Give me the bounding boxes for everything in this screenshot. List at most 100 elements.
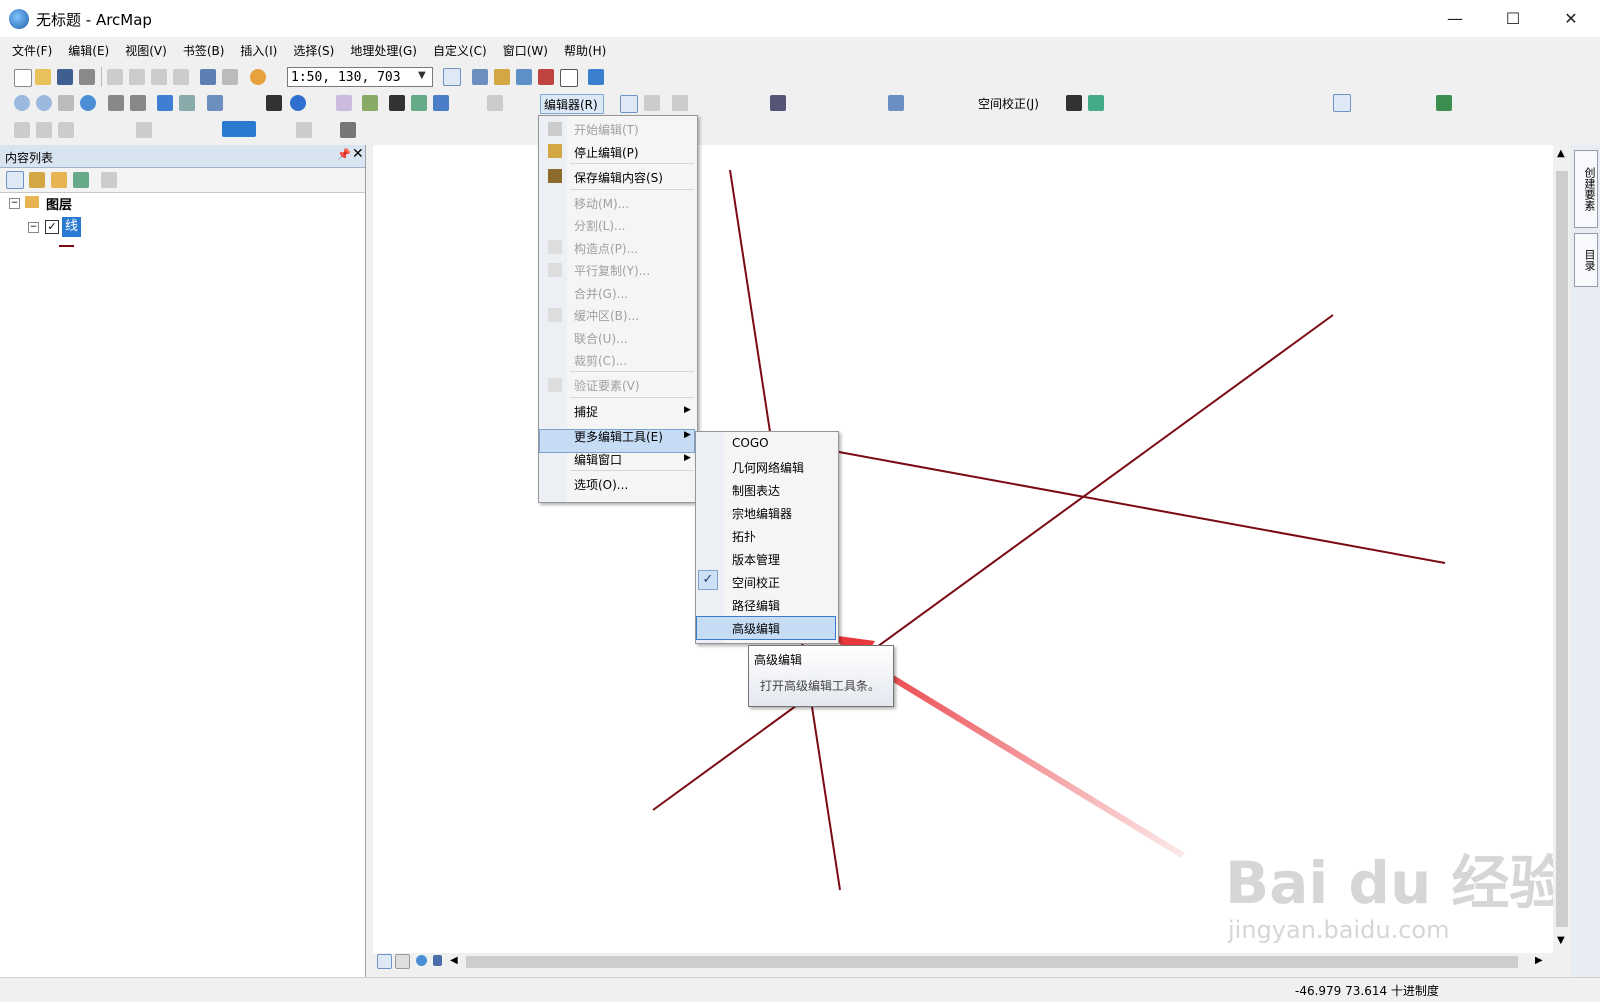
measure-icon[interactable] — [362, 95, 378, 111]
list-by-selection-icon[interactable] — [73, 172, 89, 188]
menu-construct-points[interactable]: 构造点(P)... — [574, 240, 638, 257]
list-by-source-icon[interactable] — [29, 172, 45, 188]
color-swatch-icon[interactable] — [222, 121, 256, 137]
edit-tool-advanced-icon[interactable] — [1333, 94, 1351, 112]
menu-stop-editing[interactable]: 停止编辑(P) — [574, 144, 639, 161]
submenu-route-editing[interactable]: 路径编辑 — [732, 597, 780, 614]
scroll-left-icon[interactable]: ◀ — [450, 955, 458, 966]
horizontal-scrollbar[interactable]: ◀ ▶ — [373, 953, 1553, 971]
copy-icon[interactable] — [129, 69, 145, 85]
list-by-visibility-icon[interactable] — [51, 172, 67, 188]
menu-view[interactable]: 视图(V) — [117, 39, 175, 63]
minimize-button[interactable]: — — [1426, 0, 1484, 37]
menu-edit[interactable]: 编辑(E) — [60, 39, 117, 63]
submenu-topology[interactable]: 拓扑 — [732, 528, 756, 545]
pan-icon[interactable] — [58, 95, 74, 111]
vertical-scroll-thumb[interactable] — [1556, 171, 1568, 927]
submenu-cogo[interactable]: COGO — [732, 436, 769, 450]
menu-clip[interactable]: 裁剪(C)... — [574, 352, 627, 369]
menu-more-editing-tools[interactable]: 更多编辑工具(E) — [574, 428, 663, 445]
menu-copy-parallel[interactable]: 平行复制(Y)... — [574, 262, 650, 279]
menu-split[interactable]: 分割(L)... — [574, 217, 626, 234]
arctoolbox-icon[interactable] — [538, 69, 554, 85]
zoom-in-layout-icon[interactable] — [14, 122, 30, 138]
model-builder-icon[interactable] — [588, 69, 604, 85]
menu-validate-features[interactable]: 验证要素(V) — [574, 377, 640, 394]
cut-icon[interactable] — [107, 69, 123, 85]
options-icon[interactable] — [101, 172, 117, 188]
layout-view-icon[interactable] — [296, 122, 312, 138]
menu-geoprocessing[interactable]: 地理处理(G) — [342, 39, 425, 63]
attributes-icon[interactable] — [888, 95, 904, 111]
create-viewer-icon[interactable] — [487, 95, 503, 111]
menu-snapping[interactable]: 捕捉 — [574, 403, 598, 420]
find-route-icon[interactable] — [411, 95, 427, 111]
scroll-up-icon[interactable]: ▲ — [1557, 148, 1565, 159]
undo-icon[interactable] — [200, 69, 216, 85]
scroll-right-icon[interactable]: ▶ — [1535, 955, 1543, 966]
menu-customize[interactable]: 自定义(C) — [425, 39, 495, 63]
submenu-spatial-adjustment[interactable]: 空间校正 — [732, 574, 780, 591]
menu-insert[interactable]: 插入(I) — [232, 39, 285, 63]
paste-icon[interactable] — [151, 69, 167, 85]
layer-visibility-checkbox[interactable]: ✓ — [45, 220, 59, 234]
back-arrow-icon[interactable] — [157, 95, 173, 111]
editor-dropdown[interactable]: 编辑器(R) — [540, 94, 604, 114]
create-features-tab[interactable]: 创建要素 — [1574, 150, 1598, 228]
redo-icon[interactable] — [222, 69, 238, 85]
find-icon[interactable] — [389, 95, 405, 111]
toc-close-button[interactable]: ✕ — [352, 146, 364, 162]
scroll-down-icon[interactable]: ▼ — [1557, 935, 1565, 946]
submenu-representation[interactable]: 制图表达 — [732, 482, 780, 499]
grid-icon[interactable] — [136, 122, 152, 138]
close-window-button[interactable]: ✕ — [1542, 0, 1600, 37]
menu-selection[interactable]: 选择(S) — [285, 39, 342, 63]
full-extent-icon[interactable] — [80, 95, 96, 111]
fixed-zoom-in-icon[interactable] — [108, 95, 124, 111]
refresh-icon[interactable] — [416, 955, 427, 966]
zoom-out-icon[interactable] — [36, 95, 52, 111]
map-scale-input[interactable]: 1:50, 130, 703 — [287, 67, 433, 87]
pin-icon[interactable]: 📌 — [337, 148, 351, 161]
submenu-versioning[interactable]: 版本管理 — [732, 551, 780, 568]
collapse-layer-icon[interactable]: − — [28, 222, 39, 233]
delete-icon[interactable] — [173, 69, 189, 85]
fixed-zoom-out-icon[interactable] — [130, 95, 146, 111]
menu-options[interactable]: 选项(O)... — [574, 476, 628, 493]
menu-union[interactable]: 联合(U)... — [574, 330, 628, 347]
menu-merge[interactable]: 合并(G)... — [574, 285, 628, 302]
select-features-icon[interactable] — [207, 95, 223, 111]
list-by-drawing-order-icon[interactable] — [6, 171, 24, 189]
submenu-geometric-network-editing[interactable]: 几何网络编辑 — [732, 459, 804, 476]
data-view-icon[interactable] — [377, 954, 392, 969]
menu-file[interactable]: 文件(F) — [0, 39, 60, 63]
layer-properties-icon[interactable] — [340, 122, 356, 138]
edit-tool-icon[interactable] — [620, 95, 638, 113]
save-icon[interactable] — [57, 69, 73, 85]
edit-vertices-icon[interactable] — [770, 95, 786, 111]
spatial-adjustment-dropdown[interactable]: 空间校正(J) — [978, 94, 1039, 114]
editor-toolbar-icon[interactable] — [443, 68, 461, 86]
table-of-contents-icon[interactable] — [472, 69, 488, 85]
straight-segment-icon[interactable] — [672, 95, 688, 111]
layer-name-label[interactable]: 线 — [62, 217, 81, 237]
forward-arrow-icon[interactable] — [179, 95, 195, 111]
go-to-xy-icon[interactable] — [433, 95, 449, 111]
pan-layout-icon[interactable] — [58, 122, 74, 138]
maximize-button[interactable]: ☐ — [1484, 0, 1542, 37]
html-popup-icon[interactable] — [336, 95, 352, 111]
search-window-icon[interactable] — [516, 69, 532, 85]
select-elements-icon[interactable] — [266, 95, 282, 111]
menu-buffer[interactable]: 缓冲区(B)... — [574, 307, 639, 324]
new-displacement-link-icon[interactable] — [1088, 95, 1104, 111]
zoom-out-layout-icon[interactable] — [36, 122, 52, 138]
line-feature[interactable] — [827, 449, 1446, 564]
layers-root-label[interactable]: 图层 — [46, 194, 72, 213]
submenu-parcel-editor[interactable]: 宗地编辑器 — [732, 505, 792, 522]
pause-drawing-icon[interactable] — [433, 955, 442, 966]
catalog-window-icon[interactable] — [494, 69, 510, 85]
print-icon[interactable] — [79, 69, 95, 85]
open-folder-icon[interactable] — [35, 69, 51, 85]
submenu-advanced-editing[interactable]: 高级编辑 — [732, 620, 780, 637]
menu-windows[interactable]: 窗口(W) — [495, 39, 556, 63]
